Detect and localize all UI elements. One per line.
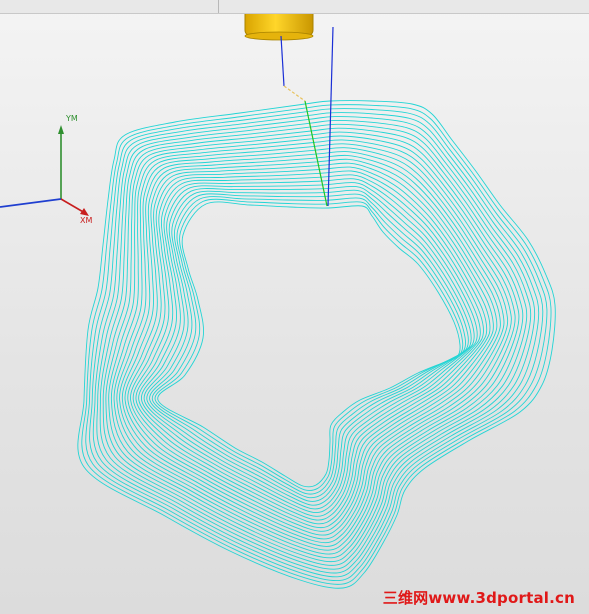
x-axis-line (60, 198, 86, 214)
wcs-triad: YM XM (0, 114, 92, 225)
toolpath-pass (121, 154, 501, 536)
toolpath-pass (149, 193, 469, 499)
z-axis-line (0, 198, 62, 208)
y-axis-arrow (58, 125, 64, 134)
engage-move (283, 85, 306, 102)
toolpath-pass (132, 170, 488, 521)
graphics-viewport[interactable]: YM XM (0, 0, 589, 614)
y-axis-label: YM (65, 114, 78, 123)
toolpath-pass (130, 166, 491, 525)
watermark-text: 三维网www.3dportal.cn (382, 589, 575, 607)
top-bar-separator (218, 0, 219, 13)
toolpath-pass (143, 185, 475, 506)
x-axis-label: XM (80, 216, 92, 225)
toolpath-pass (119, 151, 505, 540)
toolpath-contour-passes (77, 100, 556, 589)
toolpath-pass (157, 201, 461, 488)
x-axis-arrow (80, 208, 89, 216)
tool-axis-line (280, 35, 285, 87)
toolpath-pass (124, 158, 498, 532)
viewport-top-bar (0, 0, 589, 14)
toolpath-pass (146, 189, 472, 502)
